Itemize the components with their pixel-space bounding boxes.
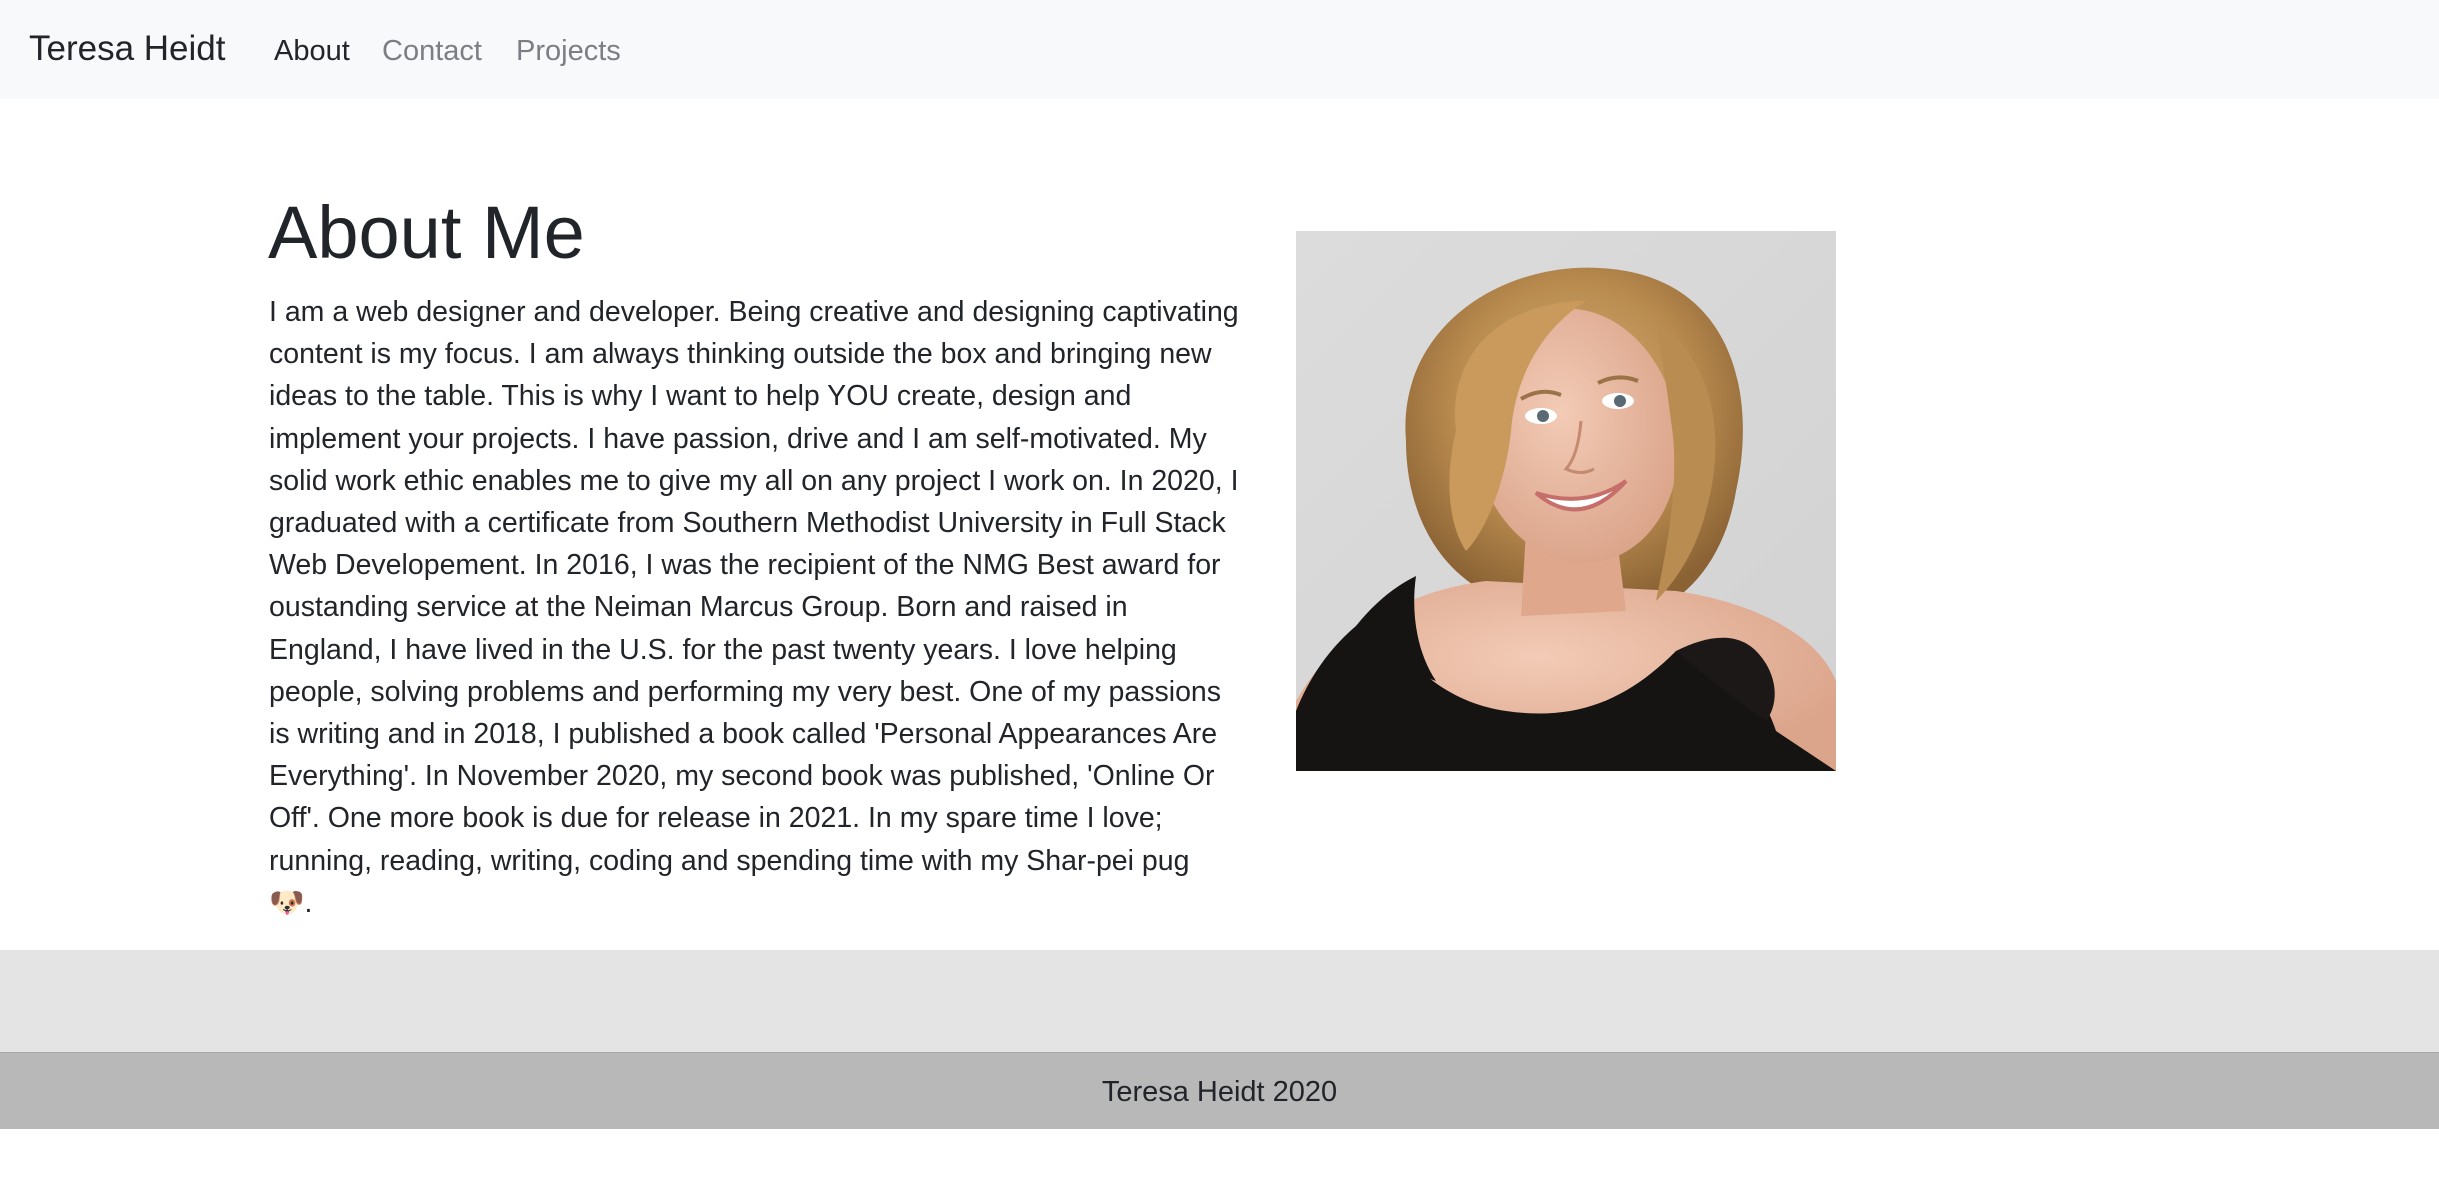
page-title: About Me (268, 191, 585, 274)
bio-paragraph: I am a web designer and developer. Being… (269, 296, 1239, 919)
brand-link[interactable]: Teresa Heidt (29, 27, 225, 71)
navbar: Teresa Heidt About Contact Projects (0, 0, 2439, 99)
nav-link-about[interactable]: About (274, 31, 350, 71)
profile-photo (1296, 231, 1836, 771)
footer-spacer (0, 950, 2439, 1052)
nav-link-contact[interactable]: Contact (382, 31, 482, 71)
nav-link-projects[interactable]: Projects (516, 31, 621, 71)
footer-copyright: Teresa Heidt 2020 (1101, 1076, 1338, 1108)
footer: Teresa Heidt 2020 (0, 1052, 2439, 1129)
